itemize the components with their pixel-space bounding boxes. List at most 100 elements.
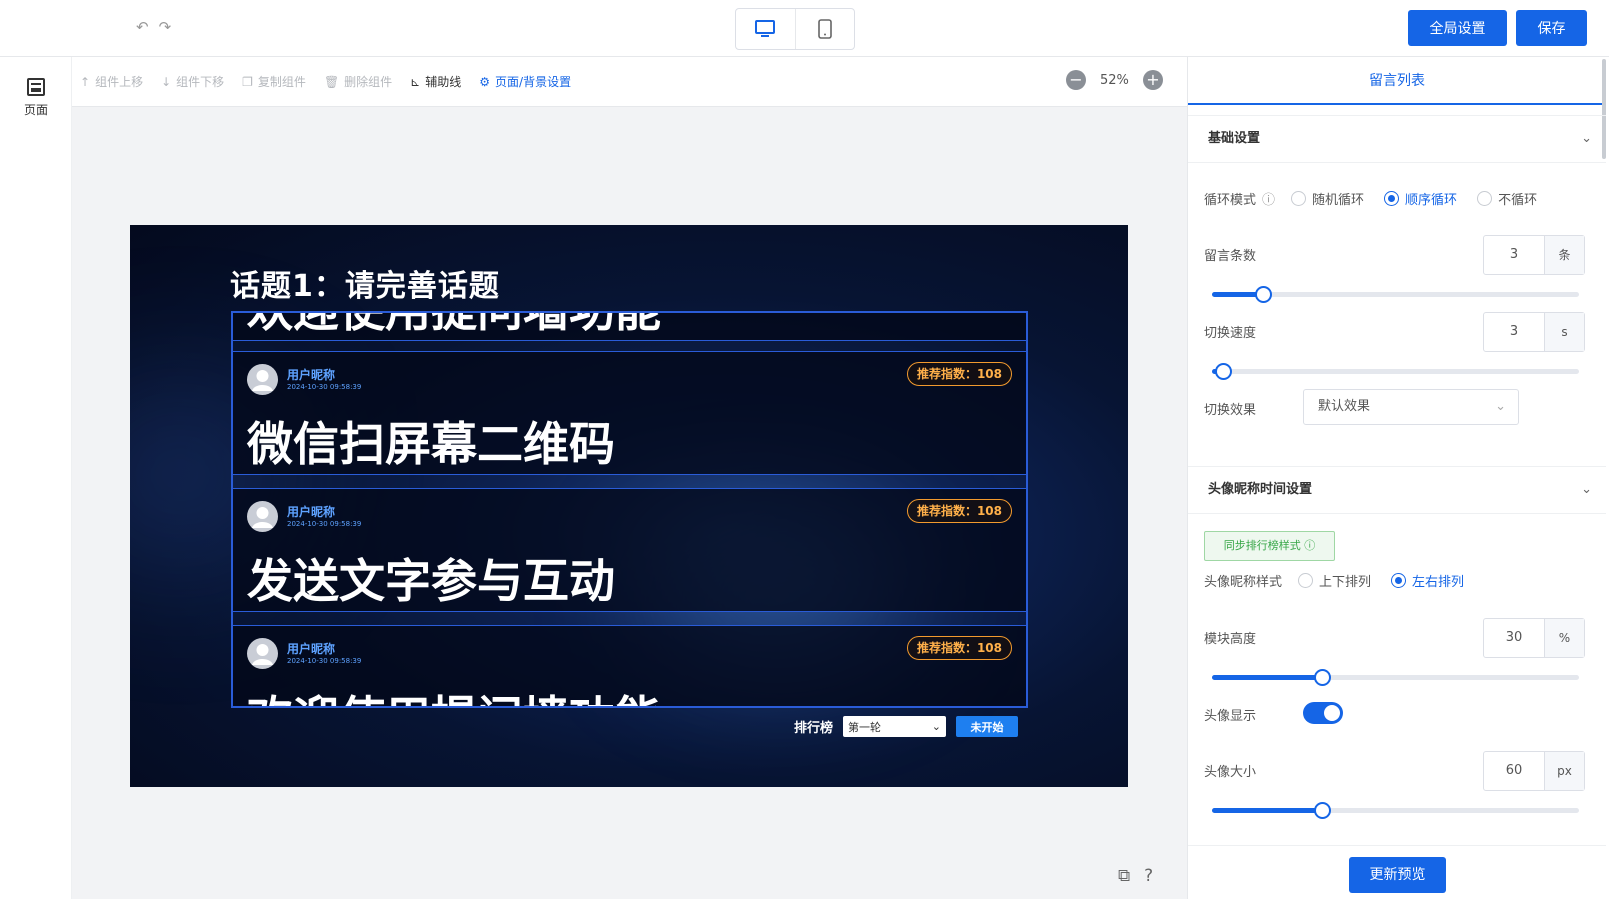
zoom-control: − 52% + <box>1066 70 1163 90</box>
tab-message-list[interactable]: 留言列表 <box>1188 57 1606 105</box>
move-down-tool[interactable]: ↓ 组件下移 <box>161 73 224 90</box>
input-value: 30 <box>1505 630 1523 645</box>
zoom-out-button[interactable]: − <box>1066 70 1086 90</box>
avatar-display-toggle[interactable] <box>1303 702 1343 724</box>
update-preview-button[interactable]: 更新预览 <box>1349 857 1446 893</box>
message-count-label: 留言条数 <box>1204 249 1257 264</box>
gear-icon: ⚙ <box>479 74 491 89</box>
copy-icon: ❐ <box>242 74 253 89</box>
message-card: 用户昵称 2024-10-30 09:58:39 推荐指数：108 微信扫屏幕二… <box>233 351 1026 475</box>
zoom-level: 52% <box>1100 72 1129 88</box>
avatar <box>247 501 278 532</box>
message-count-input[interactable]: 3 条 <box>1483 235 1585 275</box>
switch-speed-slider[interactable] <box>1212 363 1579 380</box>
help-icon[interactable]: ? <box>1144 866 1153 886</box>
module-height-input[interactable]: 30 % <box>1483 618 1585 658</box>
user-icon <box>252 370 273 391</box>
global-settings-button[interactable]: 全局设置 <box>1408 10 1507 46</box>
ranking-label: 排行榜 <box>794 721 834 736</box>
user-nickname: 用户昵称 <box>287 368 336 382</box>
user-nickname: 用户昵称 <box>287 505 336 519</box>
slider-handle[interactable] <box>1314 802 1332 819</box>
delete-tool[interactable]: 🗑 删除组件 <box>324 73 392 90</box>
chevron-down-icon: ⌄ <box>1495 399 1506 414</box>
avatar-style-row: 头像昵称样式 上下排列 左右排列 <box>1204 571 1484 590</box>
basic-settings-section[interactable]: 基础设置 ⌄ <box>1188 115 1606 163</box>
radio-side-by-side[interactable]: 左右排列 <box>1391 571 1464 590</box>
radio-stacked[interactable]: 上下排列 <box>1298 571 1371 590</box>
chevron-down-icon: ⌄ <box>931 720 942 733</box>
canvas-corner-tools: ⧉ ? <box>1118 866 1153 886</box>
input-value: 3 <box>1509 324 1519 339</box>
tool-label: 组件下移 <box>176 75 225 89</box>
radio-dot <box>1384 191 1400 206</box>
module-height-label: 模块高度 <box>1204 632 1257 647</box>
slider-handle[interactable] <box>1255 286 1273 303</box>
input-unit: px <box>1544 752 1584 790</box>
switch-effect-select[interactable]: 默认效果 ⌄ <box>1303 389 1519 425</box>
copy-tool[interactable]: ❐ 复制组件 <box>242 73 306 90</box>
user-icon <box>252 644 273 665</box>
slider-handle[interactable] <box>1314 669 1332 686</box>
switch-effect-label: 切换效果 <box>1204 403 1257 418</box>
radio-no-loop[interactable]: 不循环 <box>1477 189 1537 208</box>
input-value: 60 <box>1505 763 1523 778</box>
slider-handle[interactable] <box>1215 363 1232 380</box>
score-badge: 推荐指数：108 <box>906 636 1012 660</box>
chevron-down-icon: ⌄ <box>1581 131 1592 146</box>
undo-icon[interactable]: ↶ <box>136 18 149 36</box>
rail-item-page[interactable]: 页面 <box>0 77 72 118</box>
score-badge: 推荐指数：108 <box>906 362 1012 386</box>
switch-speed-input[interactable]: 3 s <box>1483 312 1585 352</box>
avatar-settings-section[interactable]: 头像昵称时间设置 ⌄ <box>1188 466 1606 514</box>
message-list-frame[interactable]: 欢迎使用提问墙功能 用户昵称 2024-10-30 09:58:39 推荐指数：… <box>231 311 1028 708</box>
message-card: 用户昵称 2024-10-30 09:58:39 推荐指数：108 欢迎使用提问… <box>233 625 1026 706</box>
desktop-icon <box>755 20 776 37</box>
arrow-down-icon: ↓ <box>161 74 172 89</box>
round-select[interactable]: 第一轮 ⌄ <box>843 716 947 737</box>
avatar-display-label: 头像显示 <box>1204 709 1257 724</box>
rail-item-label: 页面 <box>23 103 48 117</box>
start-button[interactable]: 未开始 <box>956 716 1019 737</box>
radio-dot <box>1477 191 1493 206</box>
topic-title: 话题1：请完善话题 <box>230 269 500 304</box>
settings-panel: 留言列表 基础设置 ⌄ 循环模式 ⓘ 随机循环 顺序循环 不循环 留言条数 3 … <box>1187 57 1609 899</box>
avatar-size-label: 头像大小 <box>1204 765 1257 780</box>
redo-icon[interactable]: ↷ <box>159 18 172 36</box>
guide-lines-tool[interactable]: ⊾ 辅助线 <box>410 73 461 90</box>
message-count-slider[interactable] <box>1212 286 1579 303</box>
section-title: 基础设置 <box>1208 131 1261 146</box>
field-label: 头像昵称样式 <box>1204 575 1283 590</box>
round-select-value: 第一轮 <box>848 720 882 734</box>
radio-label: 顺序循环 <box>1405 193 1458 208</box>
module-height-slider[interactable] <box>1212 669 1579 686</box>
message-card: 欢迎使用提问墙功能 <box>233 313 1026 341</box>
radio-random-loop[interactable]: 随机循环 <box>1291 189 1364 208</box>
loop-mode-row: 循环模式 ⓘ 随机循环 顺序循环 不循环 <box>1204 189 1557 208</box>
radio-dot <box>1391 573 1407 588</box>
preview-stage[interactable]: 话题1：请完善话题 欢迎使用提问墙功能 用户昵称 2024-10-30 09:5… <box>130 225 1128 787</box>
avatar-size-input[interactable]: 60 px <box>1483 751 1585 791</box>
avatar-size-slider[interactable] <box>1212 802 1579 819</box>
mobile-view-button[interactable] <box>794 9 855 49</box>
move-up-tool[interactable]: ↑ 组件上移 <box>80 73 143 90</box>
avatar <box>247 364 278 395</box>
message-time: 2024-10-30 09:58:39 <box>287 383 362 391</box>
switch-speed-label: 切换速度 <box>1204 326 1257 341</box>
message-time: 2024-10-30 09:58:39 <box>287 657 362 665</box>
message-card: 用户昵称 2024-10-30 09:58:39 推荐指数：108 发送文字参与… <box>233 488 1026 612</box>
message-time: 2024-10-30 09:58:39 <box>287 520 362 528</box>
radio-sequential-loop[interactable]: 顺序循环 <box>1384 189 1457 208</box>
sync-ranking-style-button[interactable]: 同步排行榜样式 ⓘ <box>1204 531 1335 561</box>
top-bar: ↶ ↷ 全局设置 保存 <box>0 0 1609 57</box>
tool-group: ↑ 组件上移 ↓ 组件下移 ❐ 复制组件 🗑 删除组件 ⊾ 辅助线 ⚙ 页面/背景设置 <box>80 73 571 90</box>
page-icon <box>27 78 45 96</box>
message-text: 欢迎使用提问墙功能 <box>247 682 661 706</box>
avatar <box>247 638 278 669</box>
tool-label: 辅助线 <box>425 75 462 89</box>
page-background-settings-tool[interactable]: ⚙ 页面/背景设置 <box>479 73 571 90</box>
desktop-view-button[interactable] <box>736 9 795 49</box>
fit-screen-icon[interactable]: ⧉ <box>1118 866 1130 886</box>
zoom-in-button[interactable]: + <box>1142 70 1163 90</box>
save-button[interactable]: 保存 <box>1516 10 1587 46</box>
